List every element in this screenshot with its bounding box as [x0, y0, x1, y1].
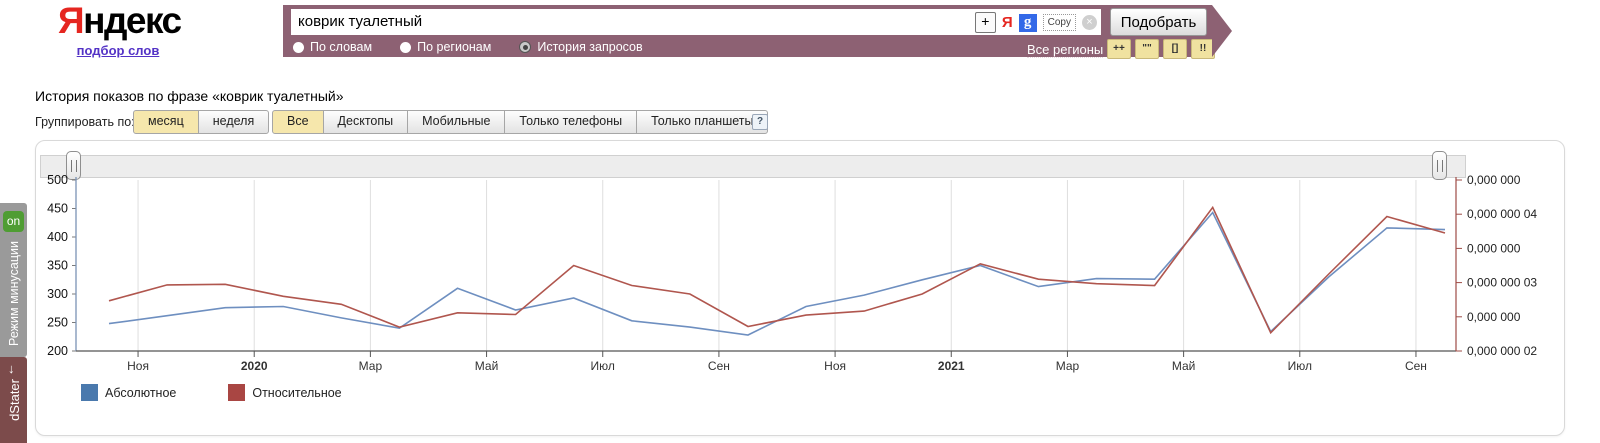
- svg-text:Ноя: Ноя: [127, 359, 149, 373]
- svg-text:400: 400: [47, 230, 68, 244]
- legend-label: Абсолютное: [105, 386, 176, 400]
- svg-text:Май: Май: [1172, 359, 1196, 373]
- copy-button[interactable]: Copy: [1043, 14, 1076, 31]
- on-badge: on: [3, 211, 24, 232]
- yandex-logo-ya: Я: [58, 0, 83, 41]
- svg-text:200: 200: [47, 344, 68, 358]
- search-band: + Я g Copy × Подобрать По словам По реги…: [283, 5, 1212, 57]
- svg-text:0,000 000 02: 0,000 000 02: [1467, 344, 1537, 358]
- operator-quotes-button[interactable]: "": [1135, 39, 1159, 59]
- minus-mode-label: Режим минусации: [7, 241, 21, 346]
- mode-label: История запросов: [537, 40, 642, 54]
- wordstater-label: dStater: [7, 379, 22, 421]
- svg-text:450: 450: [47, 202, 68, 216]
- wordstater-tab[interactable]: ↓ dStater: [0, 357, 27, 443]
- search-mode-radios: По словам По регионам История запросов: [293, 40, 643, 54]
- google-icon[interactable]: g: [1019, 14, 1037, 32]
- legend-label: Относительное: [252, 386, 341, 400]
- group-by-buttons: месяц неделя: [133, 110, 269, 134]
- svg-text:Июл: Июл: [1288, 359, 1312, 373]
- tab-desktop[interactable]: Десктопы: [323, 110, 409, 134]
- group-week-button[interactable]: неделя: [198, 110, 269, 134]
- radio-selected-icon: [519, 41, 531, 53]
- down-arrow-icon: ↓: [8, 361, 15, 376]
- legend-item-absolute: Абсолютное: [81, 384, 176, 401]
- mode-label: По регионам: [417, 40, 491, 54]
- svg-text:Июл: Июл: [591, 359, 615, 373]
- operator-exclaim-button[interactable]: !!: [1191, 39, 1215, 59]
- yandex-icon[interactable]: Я: [1002, 14, 1013, 31]
- operator-brackets-button[interactable]: []: [1163, 39, 1187, 59]
- tab-phones-only[interactable]: Только телефоны: [504, 110, 637, 134]
- history-chart: Ноя 2020 Мар Май Июл Сен Ноя 2021 Мар Май Июл Сен 50…: [36, 174, 1564, 379]
- svg-text:0,000 000 04: 0,000 000 04: [1467, 207, 1537, 221]
- search-inline-buttons: + Я g Copy ×: [975, 12, 1097, 33]
- svg-text:Мар: Мар: [1056, 359, 1080, 373]
- svg-text:0,000 000: 0,000 000: [1467, 310, 1521, 324]
- podbor-slov-link[interactable]: подбор слов: [77, 43, 160, 58]
- help-icon[interactable]: ?: [752, 114, 768, 130]
- all-regions-link[interactable]: Все регионы: [1027, 42, 1103, 58]
- svg-text:Ноя: Ноя: [824, 359, 846, 373]
- yandex-logo-rest: ндекс: [83, 0, 181, 41]
- svg-text:2021: 2021: [938, 359, 965, 373]
- wordstat-page: Яндекс подбор слов + Я g Copy × Подобрат…: [0, 0, 1600, 443]
- group-month-button[interactable]: месяц: [133, 110, 199, 134]
- mode-by-words[interactable]: По словам: [293, 40, 372, 54]
- svg-text:300: 300: [47, 287, 68, 301]
- svg-text:250: 250: [47, 316, 68, 330]
- chart-legend: Абсолютное Относительное: [81, 384, 342, 401]
- device-tabs: Все Десктопы Мобильные Только телефоны Т…: [272, 110, 768, 134]
- legend-swatch: [228, 384, 245, 401]
- legend-item-relative: Относительное: [228, 384, 341, 401]
- radio-icon: [293, 42, 304, 53]
- mode-history[interactable]: История запросов: [519, 40, 642, 54]
- svg-text:Сен: Сен: [708, 359, 730, 373]
- tab-tablets-only[interactable]: Только планшеты: [636, 110, 768, 134]
- svg-text:350: 350: [47, 259, 68, 273]
- yandex-logo[interactable]: Яндекс подбор слов: [58, 0, 178, 60]
- mode-label: По словам: [310, 40, 372, 54]
- svg-text:0,000 000: 0,000 000: [1467, 241, 1521, 255]
- svg-text:500: 500: [47, 174, 68, 187]
- clear-icon[interactable]: ×: [1082, 15, 1097, 30]
- svg-text:2020: 2020: [241, 359, 268, 373]
- group-by-label: Группировать по:: [35, 115, 135, 129]
- svg-text:0,000 000: 0,000 000: [1467, 174, 1521, 187]
- svg-text:Мар: Мар: [359, 359, 383, 373]
- legend-swatch: [81, 384, 98, 401]
- svg-text:Май: Май: [475, 359, 499, 373]
- tab-all[interactable]: Все: [272, 110, 324, 134]
- submit-button[interactable]: Подобрать: [1110, 8, 1207, 36]
- svg-text:Сен: Сен: [1405, 359, 1427, 373]
- operator-buttons: ++ "" [] !!: [1107, 39, 1215, 59]
- tab-mobile[interactable]: Мобильные: [407, 110, 505, 134]
- operator-plusplus-button[interactable]: ++: [1107, 39, 1131, 59]
- minus-mode-tab[interactable]: on Режим минусации: [0, 203, 27, 357]
- svg-text:0,000 000 03: 0,000 000 03: [1467, 276, 1537, 290]
- radio-icon: [400, 42, 411, 53]
- search-input[interactable]: [291, 9, 958, 33]
- history-chart-card: Ноя 2020 Мар Май Июл Сен Ноя 2021 Мар Май Июл Сен 50…: [35, 140, 1565, 436]
- search-field-wrap: + Я g Copy ×: [291, 9, 1101, 35]
- page-title: История показов по фразе «коврик туалетн…: [35, 88, 344, 104]
- mode-by-regions[interactable]: По регионам: [400, 40, 491, 54]
- yandex-logo-text: Яндекс: [58, 0, 178, 42]
- add-word-button[interactable]: +: [975, 12, 996, 33]
